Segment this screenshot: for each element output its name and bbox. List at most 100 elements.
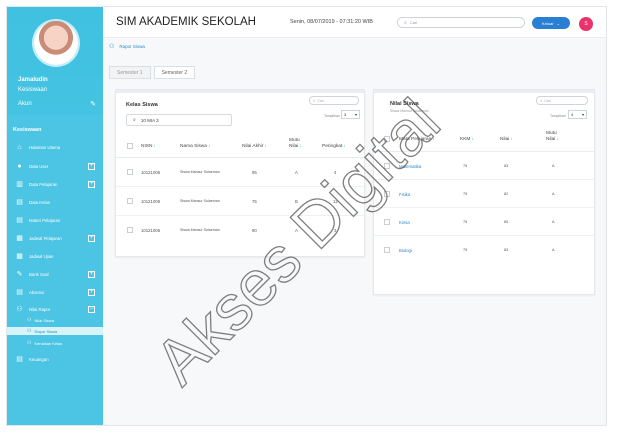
breadcrumb-current[interactable]: Rapor Siswa xyxy=(119,44,145,49)
column-header[interactable]: Peringkat↓ xyxy=(322,143,346,149)
schedule-icon: ▦ xyxy=(16,252,23,260)
search-placeholder: Cari xyxy=(317,98,324,103)
page-size-select[interactable]: 4 ▾ xyxy=(568,110,587,119)
users-icon: ⚇ xyxy=(109,44,115,50)
sidebar-item-jadwal-pelajaran[interactable]: ▦ Jadwal Pelajaran + xyxy=(7,232,103,244)
table-row[interactable]: 10121006 Siswa Mansur Sulaeman 90 A 3 xyxy=(116,216,364,245)
rank-cell: 3 xyxy=(334,228,337,233)
logout-button[interactable]: Keluar ⌄ xyxy=(532,17,570,29)
expand-plus-icon[interactable]: + xyxy=(88,270,95,278)
column-header[interactable]: KKM↓ xyxy=(460,136,474,142)
subject-cell[interactable]: Matematika xyxy=(399,164,421,169)
student-name-cell: Siswa Mansur Sulaeman xyxy=(180,170,220,174)
row-checkbox[interactable] xyxy=(384,191,390,197)
sort-arrow-icon: ↓ xyxy=(343,143,346,149)
profile-avatar-button[interactable]: S xyxy=(579,17,593,31)
sidebar-item-data-kelas[interactable]: ▤ Data Kelas xyxy=(7,196,103,208)
expand-plus-icon[interactable]: + xyxy=(88,234,95,242)
table-row[interactable]: Kimia 75 85 A xyxy=(374,208,594,236)
sidebar-subitem-rapor-siswa[interactable]: ⚇ Rapor Siswa xyxy=(7,327,103,335)
home-icon: ⌂ xyxy=(17,143,22,151)
student-name-cell: Siswa Mansur Sulaeman xyxy=(180,199,220,203)
global-search-input[interactable]: ⌕ Cari xyxy=(397,17,525,28)
expand-plus-icon[interactable]: + xyxy=(88,162,95,170)
row-checkbox[interactable] xyxy=(384,219,390,225)
column-header[interactable]: Mata Pelajaran↓ xyxy=(399,136,435,142)
final-score-cell: 75 xyxy=(252,199,257,204)
user-avatar xyxy=(34,21,78,65)
table-row[interactable]: Matematika 75 83 A xyxy=(374,152,594,180)
column-header[interactable]: Mutu Nilai↓ xyxy=(289,138,307,149)
schedule-icon: ▦ xyxy=(16,234,23,242)
row-checkbox[interactable] xyxy=(384,163,390,169)
semester-tabs: Semester 1 Semester 2 xyxy=(109,66,198,79)
column-header[interactable]: Nilai↓ xyxy=(500,136,513,142)
users-icon: ⚇ xyxy=(27,340,32,346)
column-header[interactable]: Nama Siswa↓ xyxy=(180,143,210,149)
sidebar-subitem-nilai-siswa[interactable]: ⚇ Nilai Siswa xyxy=(7,316,103,324)
select-all-checkbox[interactable] xyxy=(127,143,133,149)
account-link[interactable]: Akun ✎ xyxy=(18,100,96,108)
account-label: Akun xyxy=(18,101,32,107)
score-cell: 83 xyxy=(504,164,509,168)
kkm-cell: 75 xyxy=(463,220,468,224)
sort-arrow-icon: ↓ xyxy=(299,143,302,149)
pencil-icon[interactable]: ✎ xyxy=(90,100,96,108)
page-size-select[interactable]: 3 ▾ xyxy=(341,110,360,119)
sidebar-item-absensi[interactable]: ▤ Absensi + xyxy=(7,286,103,298)
sidebar-item-data-pelajaran[interactable]: ▥ Data Pelajaran + xyxy=(7,178,103,190)
tab-semester-1[interactable]: Semester 1 xyxy=(109,66,151,79)
column-header[interactable]: NISN↓ xyxy=(141,143,156,149)
grade-cell: A xyxy=(552,164,555,168)
sidebar-item-data-user[interactable]: ● Data User + xyxy=(7,160,103,172)
select-all-checkbox[interactable] xyxy=(384,136,390,142)
sidebar-item-jadwal-ujian[interactable]: ▦ Jadwal Ujian xyxy=(7,250,103,262)
sidebar-subitem-kenaikan-kelas[interactable]: ⚇ Kenaikan Kelas xyxy=(7,339,103,347)
kelas-search-field[interactable]: ⌕ 10 MIA 3 xyxy=(126,114,232,126)
books-icon: ▥ xyxy=(16,180,23,188)
column-header[interactable]: Nilai Akhir↓ xyxy=(242,143,267,149)
chevron-down-icon: ⌄ xyxy=(556,20,560,26)
sidebar-item-keuangan[interactable]: ▤ Keuangan xyxy=(7,353,103,365)
row-checkbox[interactable] xyxy=(127,198,133,204)
caret-down-icon: ▾ xyxy=(354,112,357,117)
search-icon: ⌕ xyxy=(133,117,136,123)
collapse-minus-icon[interactable]: − xyxy=(88,305,95,313)
nisn-cell: 10121006 xyxy=(141,170,161,175)
grade-cell: A xyxy=(552,248,555,252)
sidebar-item-halaman-utama[interactable]: ⌂ Halaman Utama xyxy=(7,141,103,153)
logout-label: Keluar xyxy=(542,20,554,26)
table-row[interactable]: Fisika 75 82 A xyxy=(374,180,594,208)
sidebar-item-label: Bank Soal xyxy=(29,271,49,277)
subject-cell[interactable]: Fisika xyxy=(399,192,410,197)
subject-cell[interactable]: Kimia xyxy=(399,220,410,225)
sidebar-item-nilai-rapor[interactable]: ⚇ Nilai Rapor − xyxy=(7,303,103,315)
document-icon: ▤ xyxy=(16,216,23,224)
kelas-siswa-card: Kelas Siswa ⌕ Cari Tampilkan 3 ▾ ⌕ 10 MI… xyxy=(115,89,365,257)
expand-plus-icon[interactable]: + xyxy=(88,180,95,188)
app-title: SIM AKADEMIK SEKOLAH xyxy=(116,16,256,28)
row-checkbox[interactable] xyxy=(127,169,133,175)
sidebar-section-label: Kesiswaan xyxy=(13,127,42,133)
user-name: Jamaludin xyxy=(18,77,48,83)
table-row[interactable]: 10121006 Siswa Mansur Sulaeman 85 A 4 xyxy=(116,158,364,187)
page-size-value: 4 xyxy=(571,112,574,117)
sort-arrow-icon: ↓ xyxy=(264,143,267,149)
sidebar-item-materi-pelajaran[interactable]: ▤ Materi Pelajaran xyxy=(7,214,103,226)
table-row[interactable]: 10121006 Siswa Mansur Sulaeman 75 B 12 xyxy=(116,187,364,216)
column-header[interactable]: Mutu Nilai↓ xyxy=(546,131,568,142)
sort-arrow-icon: ↓ xyxy=(471,136,474,142)
search-placeholder: Cari xyxy=(544,98,551,103)
caret-down-icon: ▾ xyxy=(581,112,584,117)
tab-semester-2[interactable]: Semester 2 xyxy=(153,66,196,79)
subject-cell[interactable]: Biologi xyxy=(399,248,412,253)
expand-plus-icon[interactable]: + xyxy=(88,288,95,296)
kelas-search-input[interactable]: ⌕ Cari xyxy=(309,96,359,105)
row-checkbox[interactable] xyxy=(127,227,133,233)
table-row[interactable]: Biologi 75 83 A xyxy=(374,236,594,264)
nilai-search-input[interactable]: ⌕ Cari xyxy=(536,96,588,105)
row-checkbox[interactable] xyxy=(384,247,390,253)
datetime-display: Senin, 08/07/2019 - 07:31:20 WIB xyxy=(290,19,373,25)
sidebar-item-bank-soal[interactable]: ✎ Bank Soal + xyxy=(7,268,103,280)
sort-arrow-icon: ↓ xyxy=(207,143,211,149)
